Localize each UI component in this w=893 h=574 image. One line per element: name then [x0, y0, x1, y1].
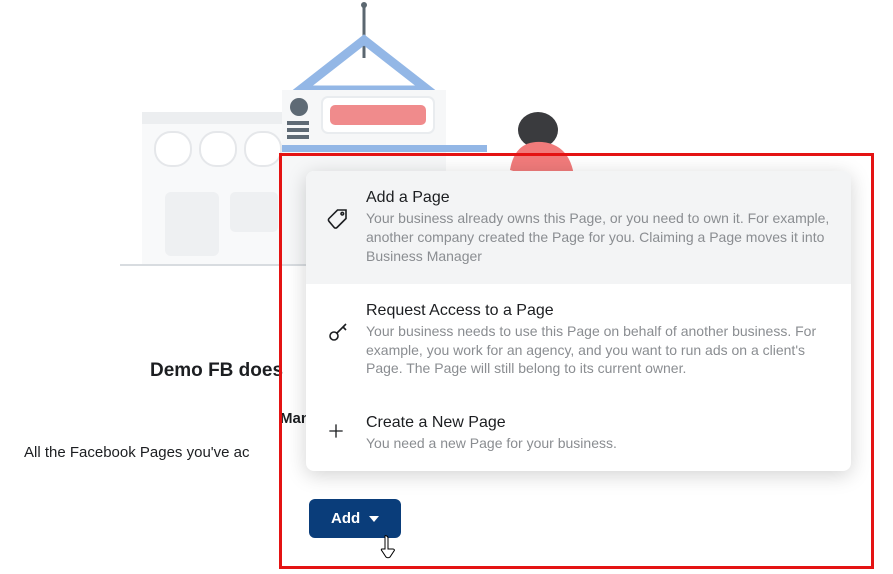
dropdown-item-add-page[interactable]: Add a Page Your business already owns th… [306, 171, 851, 284]
key-icon [326, 320, 350, 344]
plus-icon [326, 421, 350, 445]
dropdown-item-title: Create a New Page [366, 414, 831, 432]
dropdown-item-title: Add a Page [366, 189, 831, 207]
dropdown-item-desc: Your business already owns this Page, or… [366, 209, 831, 266]
tag-icon [326, 207, 350, 231]
dropdown-item-desc: Your business needs to use this Page on … [366, 322, 831, 379]
page-heading: Demo FB does [150, 360, 283, 382]
dropdown-item-desc: You need a new Page for your business. [366, 434, 831, 453]
add-button[interactable]: Add [309, 499, 401, 538]
cursor-pointer-icon [377, 535, 399, 561]
page-description: All the Facebook Pages you've ac [24, 444, 250, 461]
add-dropdown-menu: Add a Page Your business already owns th… [306, 171, 851, 471]
caret-down-icon [369, 516, 379, 522]
dropdown-item-title: Request Access to a Page [366, 302, 831, 320]
add-button-label: Add [331, 510, 360, 527]
dropdown-item-request-access[interactable]: Request Access to a Page Your business n… [306, 284, 851, 397]
dropdown-item-create-page[interactable]: Create a New Page You need a new Page fo… [306, 396, 851, 471]
